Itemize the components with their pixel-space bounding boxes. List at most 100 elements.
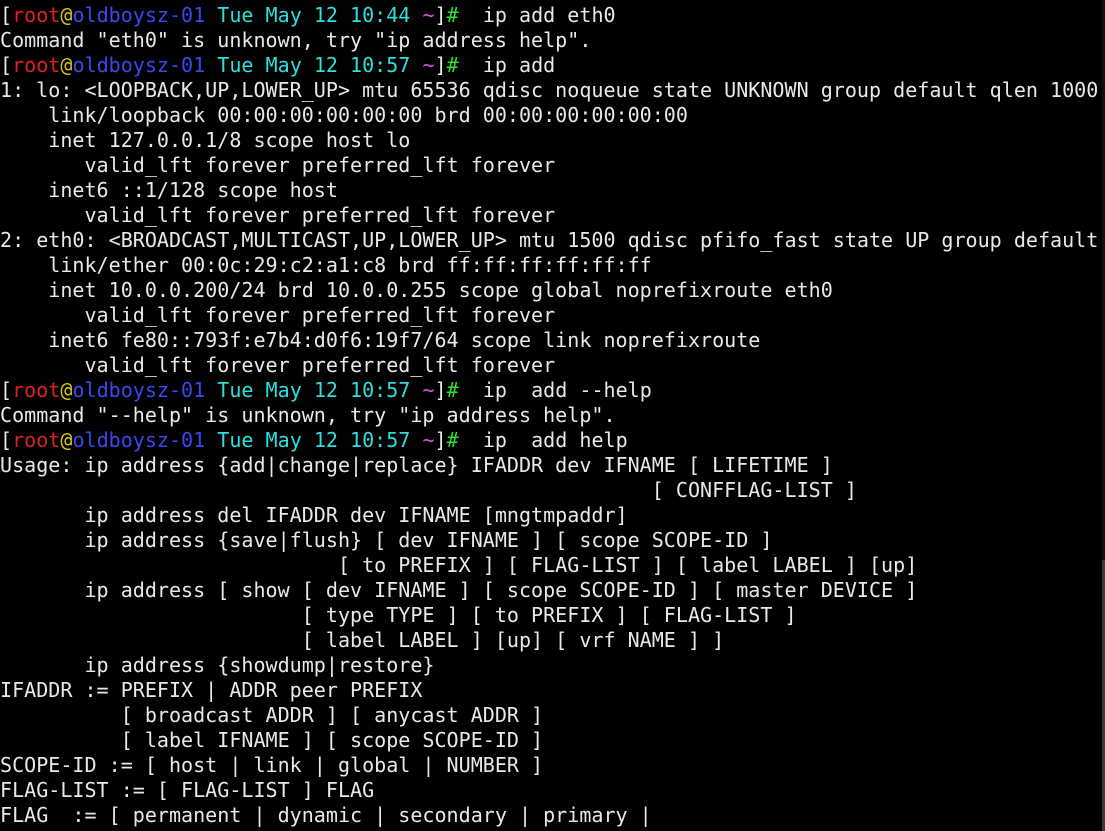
terminal-output-line: valid_lft forever preferred_lft forever <box>0 153 1105 178</box>
prompt-cwd: ~ <box>422 53 435 77</box>
prompt-command: ip add eth0 <box>458 3 616 27</box>
terminal-output-line: inet6 ::1/128 scope host <box>0 178 1105 203</box>
output-text: [ label LABEL ] [up] [ vrf NAME ] ] <box>0 628 725 652</box>
prompt-hash: # <box>446 3 459 27</box>
prompt-user: root <box>12 53 61 77</box>
output-text: [ type TYPE ] [ to PREFIX ] [ FLAG-LIST … <box>0 603 797 627</box>
output-text: [ broadcast ADDR ] [ anycast ADDR ] <box>0 703 544 727</box>
prompt-command: ip add <box>458 53 556 77</box>
prompt-at: @ <box>60 378 73 402</box>
prompt-datetime: Tue May 12 10:57 <box>205 378 423 402</box>
output-text: valid_lft forever preferred_lft forever <box>0 353 556 377</box>
prompt-at: @ <box>60 428 73 452</box>
terminal-prompt-line: [root@oldboysz-01 Tue May 12 10:57 ~]# i… <box>0 378 1105 403</box>
output-text: valid_lft forever preferred_lft forever <box>0 153 556 177</box>
prompt-datetime: Tue May 12 10:57 <box>205 428 423 452</box>
output-text: link/loopback 00:00:00:00:00:00 brd 00:0… <box>0 103 688 127</box>
output-text: inet 10.0.0.200/24 brd 10.0.0.255 scope … <box>0 278 833 302</box>
prompt-host: oldboysz-01 <box>72 428 206 452</box>
output-text: ip address {showdump|restore} <box>0 653 435 677</box>
terminal-output-line: Command "eth0" is unknown, try "ip addre… <box>0 28 1105 53</box>
prompt-cwd: ~ <box>422 428 435 452</box>
output-text: valid_lft forever preferred_lft forever <box>0 203 556 227</box>
output-text: inet6 ::1/128 scope host <box>0 178 338 202</box>
terminal-output-line: ip address [ show [ dev IFNAME ] [ scope… <box>0 578 1105 603</box>
prompt-datetime: Tue May 12 10:57 <box>205 53 423 77</box>
terminal-output-line: FLAG-LIST := [ FLAG-LIST ] FLAG <box>0 778 1105 803</box>
terminal-output-line: link/ether 00:0c:29:c2:a1:c8 brd ff:ff:f… <box>0 253 1105 278</box>
prompt-close-bracket: ] <box>434 3 447 27</box>
terminal-output-line: valid_lft forever preferred_lft forever <box>0 203 1105 228</box>
terminal-window[interactable]: [root@oldboysz-01 Tue May 12 10:44 ~]# i… <box>0 0 1105 831</box>
prompt-user: root <box>12 3 61 27</box>
terminal-output-line: Command "--help" is unknown, try "ip add… <box>0 403 1105 428</box>
terminal-output-line: IFADDR := PREFIX | ADDR peer PREFIX <box>0 678 1105 703</box>
prompt-open-bracket: [ <box>0 53 13 77</box>
terminal-output-line: [ label IFNAME ] [ scope SCOPE-ID ] <box>0 728 1105 753</box>
output-text: Command "eth0" is unknown, try "ip addre… <box>0 28 592 52</box>
prompt-datetime: Tue May 12 10:44 <box>205 3 423 27</box>
terminal-output-line: [ type TYPE ] [ to PREFIX ] [ FLAG-LIST … <box>0 603 1105 628</box>
terminal-output-line: FLAG := [ permanent | dynamic | secondar… <box>0 803 1105 828</box>
output-text: Usage: ip address {add|change|replace} I… <box>0 453 833 477</box>
prompt-at: @ <box>60 3 73 27</box>
terminal-prompt-line: [root@oldboysz-01 Tue May 12 10:44 ~]# i… <box>0 3 1105 28</box>
terminal-output-line: [ broadcast ADDR ] [ anycast ADDR ] <box>0 703 1105 728</box>
prompt-command: ip add help <box>458 428 628 452</box>
terminal-output-line: [ CONFFLAG-LIST ] <box>0 478 1105 503</box>
prompt-hash: # <box>446 428 459 452</box>
output-text: link/ether 00:0c:29:c2:a1:c8 brd ff:ff:f… <box>0 253 652 277</box>
terminal-output-line: 2: eth0: <BROADCAST,MULTICAST,UP,LOWER_U… <box>0 228 1105 253</box>
output-text: [ to PREFIX ] [ FLAG-LIST ] [ label LABE… <box>0 553 918 577</box>
terminal-output-line: inet6 fe80::793f:e7b4:d0f6:19f7/64 scope… <box>0 328 1105 353</box>
output-text: valid_lft forever preferred_lft forever <box>0 303 556 327</box>
prompt-cwd: ~ <box>422 378 435 402</box>
output-text: ip address {save|flush} [ dev IFNAME ] [… <box>0 528 773 552</box>
terminal-prompt-line: [root@oldboysz-01 Tue May 12 10:57 ~]# i… <box>0 53 1105 78</box>
prompt-close-bracket: ] <box>434 53 447 77</box>
output-text: Command "--help" is unknown, try "ip add… <box>0 403 616 427</box>
terminal-output-line: link/loopback 00:00:00:00:00:00 brd 00:0… <box>0 103 1105 128</box>
output-text: IFADDR := PREFIX | ADDR peer PREFIX <box>0 678 423 702</box>
terminal-output-line: SCOPE-ID := [ host | link | global | NUM… <box>0 753 1105 778</box>
prompt-user: root <box>12 428 61 452</box>
prompt-open-bracket: [ <box>0 378 13 402</box>
terminal-output-line: valid_lft forever preferred_lft forever <box>0 353 1105 378</box>
prompt-host: oldboysz-01 <box>72 3 206 27</box>
output-text: [ label IFNAME ] [ scope SCOPE-ID ] <box>0 728 544 752</box>
prompt-close-bracket: ] <box>434 378 447 402</box>
output-text: inet 127.0.0.1/8 scope host lo <box>0 128 411 152</box>
output-text: inet6 fe80::793f:e7b4:d0f6:19f7/64 scope… <box>0 328 761 352</box>
prompt-hash: # <box>446 378 459 402</box>
prompt-cwd: ~ <box>422 3 435 27</box>
output-text: SCOPE-ID := [ host | link | global | NUM… <box>0 753 544 777</box>
terminal-output-line: inet 10.0.0.200/24 brd 10.0.0.255 scope … <box>0 278 1105 303</box>
terminal-output-line: 1: lo: <LOOPBACK,UP,LOWER_UP> mtu 65536 … <box>0 78 1105 103</box>
terminal-output-line: ip address {showdump|restore} <box>0 653 1105 678</box>
output-text: FLAG-LIST := [ FLAG-LIST ] FLAG <box>0 778 375 802</box>
prompt-host: oldboysz-01 <box>72 378 206 402</box>
prompt-open-bracket: [ <box>0 3 13 27</box>
terminal-output-line: ip address {save|flush} [ dev IFNAME ] [… <box>0 528 1105 553</box>
terminal-output-line: inet 127.0.0.1/8 scope host lo <box>0 128 1105 153</box>
output-text: ip address del IFADDR dev IFNAME [mngtmp… <box>0 503 628 527</box>
terminal-screen[interactable]: [root@oldboysz-01 Tue May 12 10:44 ~]# i… <box>0 0 1105 828</box>
output-text: FLAG := [ permanent | dynamic | secondar… <box>0 803 652 827</box>
prompt-open-bracket: [ <box>0 428 13 452</box>
terminal-output-line: [ label LABEL ] [up] [ vrf NAME ] ] <box>0 628 1105 653</box>
prompt-user: root <box>12 378 61 402</box>
terminal-output-line: valid_lft forever preferred_lft forever <box>0 303 1105 328</box>
output-text: [ CONFFLAG-LIST ] <box>0 478 857 502</box>
prompt-hash: # <box>446 53 459 77</box>
output-text: 2: eth0: <BROADCAST,MULTICAST,UP,LOWER_U… <box>0 228 1099 252</box>
prompt-host: oldboysz-01 <box>72 53 206 77</box>
terminal-output-line: Usage: ip address {add|change|replace} I… <box>0 453 1105 478</box>
terminal-output-line: [ to PREFIX ] [ FLAG-LIST ] [ label LABE… <box>0 553 1105 578</box>
prompt-at: @ <box>60 53 73 77</box>
output-text: ip address [ show [ dev IFNAME ] [ scope… <box>0 578 918 602</box>
prompt-command: ip add --help <box>458 378 652 402</box>
output-text: 1: lo: <LOOPBACK,UP,LOWER_UP> mtu 65536 … <box>0 78 1099 102</box>
terminal-prompt-line: [root@oldboysz-01 Tue May 12 10:57 ~]# i… <box>0 428 1105 453</box>
prompt-close-bracket: ] <box>434 428 447 452</box>
terminal-output-line: ip address del IFADDR dev IFNAME [mngtmp… <box>0 503 1105 528</box>
